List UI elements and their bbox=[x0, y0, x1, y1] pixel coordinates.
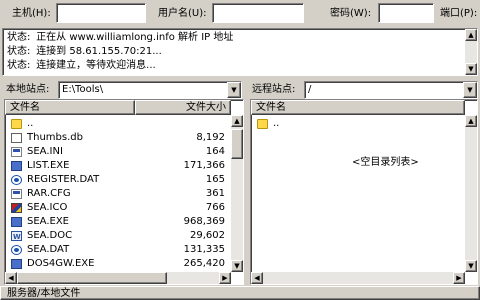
local-col-name[interactable]: 文件名 bbox=[5, 100, 135, 115]
file-size: 165 bbox=[205, 174, 225, 185]
table-row[interactable]: SEA.INI 164 bbox=[5, 145, 231, 159]
table-row[interactable]: RAR.CFG 361 bbox=[5, 187, 231, 201]
file-name: SEA.DOC bbox=[27, 230, 73, 241]
reg-icon bbox=[11, 245, 22, 255]
file-size: 8,192 bbox=[196, 132, 225, 143]
sys-icon bbox=[11, 147, 22, 157]
file-size: 361 bbox=[205, 188, 225, 199]
local-vscrollbar[interactable]: ▲ ▼ bbox=[231, 115, 243, 272]
scroll-down-icon[interactable]: ▼ bbox=[465, 260, 477, 272]
scroll-right-icon[interactable]: ▶ bbox=[453, 272, 465, 284]
file-size: 164 bbox=[205, 146, 225, 157]
table-row[interactable]: REGISTER.DAT 165 bbox=[5, 173, 231, 187]
remote-site-label: 远程站点: bbox=[252, 84, 296, 95]
file-size: 171,366 bbox=[183, 160, 225, 171]
scroll-up-icon[interactable]: ▲ bbox=[465, 115, 477, 127]
file-name: SEA.INI bbox=[27, 146, 63, 157]
exe-icon bbox=[11, 259, 22, 269]
status-bar: 服务器/本地文件 bbox=[0, 286, 480, 300]
remote-path-text: / bbox=[308, 84, 312, 95]
table-row[interactable]: SEA.DOC 29,602 bbox=[5, 229, 231, 244]
scroll-right-icon[interactable]: ▶ bbox=[219, 272, 231, 284]
table-row[interactable]: SEA.EXE 968,369 bbox=[5, 215, 231, 229]
table-row[interactable]: .. bbox=[5, 117, 231, 131]
port-label: 端口(P): bbox=[440, 8, 478, 19]
list-item[interactable]: .. bbox=[251, 117, 465, 131]
remote-file-list: 文件名 .. ▲ ▼ ◀ ▶ bbox=[250, 99, 478, 285]
remote-vscrollbar[interactable]: ▲ ▼ bbox=[465, 115, 477, 272]
host-input[interactable] bbox=[56, 3, 146, 23]
remote-col-name[interactable]: 文件名 bbox=[251, 100, 465, 115]
status-log: 状态: 正在从 www.williamlong.info 解析 IP 地址 状态… bbox=[2, 28, 478, 76]
empty-directory-text: <空目录列表> bbox=[352, 157, 419, 168]
file-name: REGISTER.DAT bbox=[27, 174, 100, 185]
log-line: 状态: 正在从 www.williamlong.info 解析 IP 地址 bbox=[7, 32, 234, 43]
table-row[interactable]: Thumbs.db 8,192 bbox=[5, 131, 231, 145]
doc-icon bbox=[11, 230, 22, 244]
file-icon bbox=[11, 133, 22, 143]
table-row[interactable]: SEA.DAT 131,335 bbox=[5, 243, 231, 257]
file-name: .. bbox=[27, 118, 34, 129]
scroll-down-icon[interactable]: ▼ bbox=[465, 63, 477, 75]
table-row[interactable]: DOS4GW.EXE 265,420 bbox=[5, 257, 231, 271]
file-name: RAR.CFG bbox=[27, 188, 71, 199]
remote-path-combo[interactable]: / ▼ bbox=[304, 81, 478, 99]
password-label: 密码(W): bbox=[330, 8, 372, 19]
scroll-down-icon[interactable]: ▼ bbox=[231, 260, 243, 272]
scroll-thumb[interactable] bbox=[231, 129, 243, 159]
local-site-label: 本地站点: bbox=[6, 84, 50, 95]
local-path-text: E:\Tools\ bbox=[62, 84, 104, 95]
local-path-combo[interactable]: E:\Tools\ ▼ bbox=[58, 81, 242, 99]
file-size: 968,369 bbox=[183, 216, 225, 227]
password-input[interactable] bbox=[378, 3, 434, 23]
file-size: 265,420 bbox=[183, 258, 225, 269]
folder-icon bbox=[11, 119, 22, 129]
scroll-up-icon[interactable]: ▲ bbox=[231, 115, 243, 127]
file-name: LIST.EXE bbox=[27, 160, 70, 171]
table-row[interactable]: LIST.EXE 171,366 bbox=[5, 159, 231, 173]
file-name: DOS4GW.EXE bbox=[27, 258, 95, 269]
exe-icon bbox=[11, 217, 22, 227]
file-name: SEA.DAT bbox=[27, 244, 70, 255]
username-label: 用户名(U): bbox=[158, 8, 207, 19]
reg-icon bbox=[11, 175, 22, 185]
remote-hscrollbar[interactable]: ◀ ▶ bbox=[251, 272, 465, 284]
scroll-left-icon[interactable]: ◀ bbox=[251, 272, 263, 284]
file-name: SEA.EXE bbox=[27, 216, 69, 227]
file-size: 131,335 bbox=[183, 244, 225, 255]
quick-connect-bar: 主机(H): 用户名(U): 密码(W): 端口(P): bbox=[0, 0, 480, 28]
file-size: 766 bbox=[205, 202, 225, 213]
file-name: Thumbs.db bbox=[27, 132, 83, 143]
log-line: 状态: 连接建立，等待欢迎消息... bbox=[7, 60, 156, 71]
log-scrollbar[interactable]: ▲ ▼ bbox=[465, 29, 477, 75]
img-icon bbox=[11, 203, 22, 213]
file-name: SEA.ICO bbox=[27, 202, 68, 213]
local-hscrollbar[interactable]: ◀ ▶ bbox=[5, 272, 231, 284]
exe-icon bbox=[11, 161, 22, 171]
log-line: 状态: 连接到 58.61.155.70:21... bbox=[7, 46, 162, 57]
host-label: 主机(H): bbox=[12, 8, 51, 19]
username-input[interactable] bbox=[212, 3, 304, 23]
scroll-up-icon[interactable]: ▲ bbox=[465, 29, 477, 41]
sys-icon bbox=[11, 189, 22, 199]
file-size: 29,602 bbox=[190, 230, 225, 241]
table-row[interactable]: SEA.ICO 766 bbox=[5, 201, 231, 215]
folder-icon bbox=[257, 119, 268, 129]
chevron-down-icon[interactable]: ▼ bbox=[463, 82, 477, 98]
scroll-thumb[interactable] bbox=[17, 272, 167, 284]
local-col-size[interactable]: 文件大小 bbox=[135, 100, 231, 115]
chevron-down-icon[interactable]: ▼ bbox=[227, 82, 241, 98]
local-file-list: 文件名 文件大小 .. Thumbs.db 8,192 SEA.INI 164 LIST.… bbox=[4, 99, 244, 285]
scroll-left-icon[interactable]: ◀ bbox=[5, 272, 17, 284]
status-bar-text: 服务器/本地文件 bbox=[7, 288, 81, 299]
